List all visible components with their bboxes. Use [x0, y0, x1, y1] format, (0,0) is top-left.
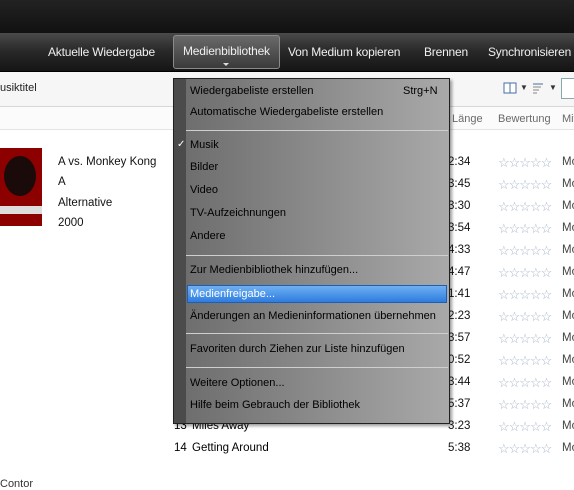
- menu-video[interactable]: Video: [190, 184, 218, 196]
- menu-music[interactable]: Musik: [190, 139, 219, 151]
- column-extra[interactable]: Mit: [562, 113, 574, 125]
- menu-divider: [186, 130, 448, 131]
- rating-stars[interactable]: ☆☆☆☆☆: [498, 375, 552, 391]
- menu-media-sharing[interactable]: Medienfreigabe...: [187, 285, 447, 303]
- menu-help[interactable]: Hilfe beim Gebrauch der Bibliothek: [190, 399, 360, 411]
- menu-create-auto-playlist[interactable]: Automatische Wiedergabeliste erstellen: [190, 106, 383, 118]
- rating-stars[interactable]: ☆☆☆☆☆: [498, 243, 552, 259]
- rating-stars[interactable]: ☆☆☆☆☆: [498, 419, 552, 435]
- menu-divider: [186, 367, 448, 368]
- rating-stars[interactable]: ☆☆☆☆☆: [498, 177, 552, 193]
- column-rating[interactable]: Bewertung: [498, 113, 551, 125]
- chevron-down-icon: [223, 63, 230, 66]
- tab-sync[interactable]: Synchronisieren: [488, 33, 571, 71]
- footer-label: Contor: [0, 478, 34, 490]
- rating-stars[interactable]: ☆☆☆☆☆: [498, 265, 552, 281]
- rating-stars[interactable]: ☆☆☆☆☆: [498, 331, 552, 347]
- rating-stars[interactable]: ☆☆☆☆☆: [498, 397, 552, 413]
- tab-burn[interactable]: Brennen: [424, 33, 468, 71]
- menu-add-favorites[interactable]: Favoriten durch Ziehen zur Liste hinzufü…: [190, 343, 405, 355]
- rating-stars[interactable]: ☆☆☆☆☆: [498, 199, 552, 215]
- chevron-down-icon[interactable]: ▼: [549, 83, 557, 92]
- menu-apply-media-info[interactable]: Änderungen an Medieninformationen überne…: [190, 310, 436, 322]
- rating-stars[interactable]: ☆☆☆☆☆: [498, 309, 552, 325]
- menu-create-playlist[interactable]: Wiedergabeliste erstellen: [190, 85, 314, 97]
- menu-pictures[interactable]: Bilder: [190, 161, 218, 173]
- main-navigation: Aktuelle Wiedergabe Medienbibliothek Von…: [0, 33, 574, 72]
- rating-stars[interactable]: ☆☆☆☆☆: [498, 287, 552, 303]
- window-top-bar: [0, 0, 574, 33]
- tab-rip[interactable]: Von Medium kopieren: [288, 33, 400, 71]
- library-dropdown-menu: Wiedergabeliste erstellen Strg+N Automat…: [173, 78, 450, 424]
- sort-icon[interactable]: [531, 82, 545, 94]
- chevron-down-icon[interactable]: ▼: [520, 83, 528, 92]
- menu-divider: [186, 255, 448, 256]
- tab-now-playing[interactable]: Aktuelle Wiedergabe: [48, 33, 155, 71]
- menu-tv[interactable]: TV-Aufzeichnungen: [190, 207, 286, 219]
- tab-library[interactable]: Medienbibliothek: [173, 35, 280, 69]
- table-row[interactable]: 14Getting Around5:38☆☆☆☆☆Mo: [0, 438, 574, 458]
- rating-stars[interactable]: ☆☆☆☆☆: [498, 441, 552, 457]
- menu-other[interactable]: Andere: [190, 230, 225, 242]
- menu-divider: [186, 333, 448, 334]
- column-length[interactable]: Länge: [452, 113, 483, 125]
- tab-library-label: Medienbibliothek: [183, 44, 270, 58]
- shortcut-label: Strg+N: [403, 85, 438, 97]
- rating-stars[interactable]: ☆☆☆☆☆: [498, 155, 552, 171]
- search-input[interactable]: [561, 78, 574, 99]
- checkmark-icon: ✓: [177, 139, 186, 150]
- menu-more-options[interactable]: Weitere Optionen...: [190, 377, 285, 389]
- view-options-icon[interactable]: [503, 82, 517, 94]
- breadcrumb: usiktitel: [0, 82, 37, 94]
- rating-stars[interactable]: ☆☆☆☆☆: [498, 221, 552, 237]
- rating-stars[interactable]: ☆☆☆☆☆: [498, 353, 552, 369]
- menu-add-to-library[interactable]: Zur Medienbibliothek hinzufügen...: [190, 264, 358, 276]
